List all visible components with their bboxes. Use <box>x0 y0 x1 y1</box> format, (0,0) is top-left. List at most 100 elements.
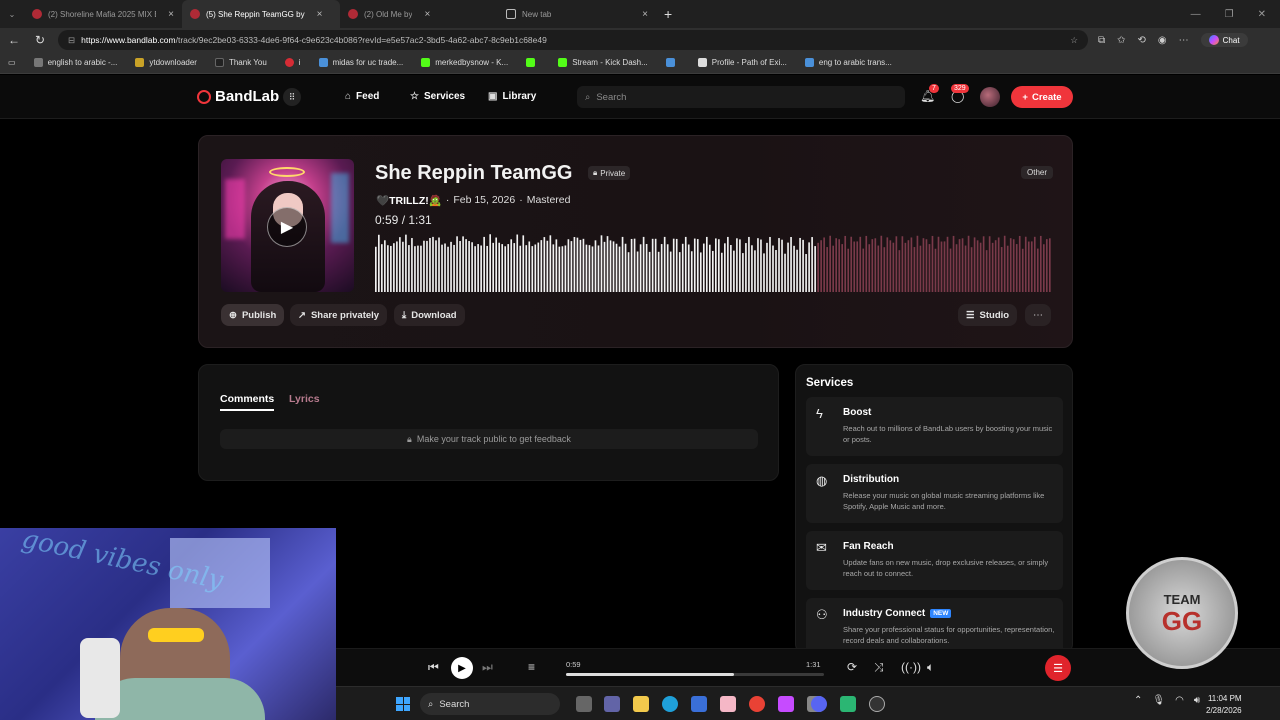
taskview-icon[interactable] <box>576 696 592 712</box>
close-tab-icon[interactable]: × <box>424 9 430 20</box>
next-track-icon[interactable]: ⏭ <box>482 660 493 675</box>
star-icon[interactable]: ☆ <box>1070 35 1078 46</box>
waveform-bar <box>531 246 534 292</box>
tab-lyrics[interactable]: Lyrics <box>289 393 320 405</box>
restore-icon[interactable]: ❐ <box>1225 9 1234 20</box>
track-cover-art[interactable]: ▶ <box>221 159 354 292</box>
search-icon <box>33 58 43 67</box>
bookmark-item[interactable]: merkedbysnow - K... <box>421 58 508 67</box>
profile-icon[interactable]: ◉ <box>1158 35 1167 46</box>
tab-comments[interactable]: Comments <box>220 393 275 411</box>
waveform-bar <box>904 242 907 292</box>
edge-icon[interactable] <box>662 696 678 712</box>
repeat-icon[interactable]: ⟳ <box>847 660 857 674</box>
file-explorer-icon[interactable] <box>633 696 649 712</box>
bookmark-item[interactable]: english to arabic -... <box>33 58 117 67</box>
close-tab-icon[interactable]: × <box>642 9 648 20</box>
user-avatar[interactable] <box>980 87 1000 107</box>
waveform[interactable] <box>375 234 1052 292</box>
create-button[interactable]: + Create <box>1011 86 1073 108</box>
copilot-icon[interactable] <box>778 696 794 712</box>
bandlab-logo-icon <box>197 89 211 104</box>
service-boost[interactable]: ϟ Boost Reach out to millions of BandLab… <box>806 397 1063 456</box>
nav-feed[interactable]: ⌂ Feed <box>345 91 379 102</box>
share-privately-button[interactable]: ↗ Share privately <box>290 304 388 326</box>
playlist-icon[interactable]: ≡ <box>528 660 535 674</box>
service-description: Release your music on global music strea… <box>843 491 1045 511</box>
speaker-icon[interactable]: 🔊︎ <box>1194 695 1200 706</box>
chevron-up-icon[interactable]: ⌃ <box>1134 695 1142 706</box>
teams-icon[interactable] <box>604 696 620 712</box>
player-progress-bar[interactable] <box>566 673 824 676</box>
search-input[interactable]: ⌕ Search <box>577 86 905 108</box>
refresh-icon[interactable]: ↻ <box>32 33 48 47</box>
notes-icon[interactable] <box>840 696 856 712</box>
service-fan-reach[interactable]: ✉ Fan Reach Update fans on new music, dr… <box>806 531 1063 590</box>
shuffle-icon[interactable]: ⤨ <box>874 660 884 675</box>
player-duration: 1:31 <box>806 660 821 669</box>
taskbar-clock[interactable]: 11:04 PM 2/28/2026 <box>1206 693 1242 717</box>
bookmarks-menu-icon[interactable]: ▭ <box>8 58 16 67</box>
play-overlay-button[interactable]: ▶ <box>267 207 307 247</box>
studio-button[interactable]: ☰ Studio <box>958 304 1018 326</box>
broadcast-icon[interactable]: ((·)) <box>901 660 921 674</box>
download-button[interactable]: ⤓ Download <box>394 304 465 326</box>
browser-tab-2[interactable]: (5) She Reppin TeamGG by × <box>182 0 340 28</box>
artist-link[interactable]: 🖤TRILLZ!🧟 <box>376 194 442 207</box>
url-field[interactable]: ⊟ https://www.bandlab.com/track/9ec2be03… <box>58 30 1088 50</box>
close-window-icon[interactable]: ✕ <box>1258 9 1266 20</box>
copilot-chat-button[interactable]: Chat <box>1200 33 1248 47</box>
close-tab-icon[interactable]: × <box>317 9 323 20</box>
bookmark-item[interactable]: Profile - Path of Exi... <box>697 58 787 67</box>
service-distribution[interactable]: ◍ Distribution Release your music on glo… <box>806 464 1063 523</box>
previous-track-icon[interactable]: ⏮ <box>428 660 439 675</box>
more-menu-icon[interactable]: ⋯ <box>1179 35 1189 46</box>
more-options-button[interactable]: ⋯ <box>1025 304 1051 326</box>
chat-label: Chat <box>1222 35 1240 45</box>
waveform-bar <box>624 243 627 292</box>
browser-tab-1[interactable]: (2) Shoreline Mafia 2025 MIX Best × <box>24 0 182 28</box>
extensions-icon[interactable]: ⧉ <box>1098 35 1105 46</box>
browser-tab-3[interactable]: (2) Old Me by × <box>340 0 498 28</box>
volume-icon[interactable]: 🔈︎ <box>927 660 934 675</box>
bookmark-item[interactable] <box>526 58 540 67</box>
new-tab-button[interactable]: + <box>656 0 680 28</box>
wifi-icon[interactable]: ◠ <box>1175 695 1184 706</box>
bookmark-item[interactable]: Stream - Kick Dash... <box>558 58 648 67</box>
nav-services[interactable]: ☆ Services <box>410 91 465 102</box>
favorites-icon[interactable]: ✩ <box>1117 35 1125 46</box>
apps-grid-button[interactable]: ⠿ <box>283 88 301 106</box>
bookmark-item[interactable]: Thank You <box>214 58 267 67</box>
ellipsis-icon: ⋯ <box>1033 309 1043 321</box>
bandlab-logo[interactable]: BandLab <box>197 88 279 105</box>
bookmark-item[interactable]: midas for uc trade... <box>318 58 403 67</box>
site-info-icon[interactable]: ⊟ <box>68 35 75 46</box>
bookmark-item[interactable]: i <box>284 58 301 67</box>
queue-button[interactable]: ☰ <box>1045 655 1071 681</box>
taskbar-search[interactable]: ⌕ Search <box>420 693 560 715</box>
windows-start-icon[interactable] <box>396 697 410 711</box>
discord-icon[interactable] <box>811 696 827 712</box>
history-icon[interactable]: ⟲ <box>1138 35 1146 46</box>
tab-list-menu[interactable]: ⌄ <box>0 0 24 28</box>
play-button[interactable]: ▶ <box>451 657 473 679</box>
browser-tab-4[interactable]: New tab × <box>498 0 656 28</box>
store-icon[interactable] <box>691 696 707 712</box>
publish-button[interactable]: ⊕ Publish <box>221 304 285 326</box>
chrome-icon[interactable] <box>749 696 765 712</box>
back-arrow-icon[interactable]: ← <box>6 33 22 47</box>
browser-toolbar-icons: ⧉ ✩ ⟲ ◉ ⋯ Chat <box>1098 33 1248 47</box>
service-description: Update fans on new music, drop exclusive… <box>843 558 1049 578</box>
minimize-icon[interactable]: — <box>1191 9 1201 20</box>
mic-icon[interactable]: 🎙︎ <box>1152 695 1165 706</box>
bookmark-item[interactable]: eng to arabic trans... <box>804 58 892 67</box>
service-industry-connect[interactable]: ⚇ Industry Connect NEW Share your profess… <box>806 598 1063 653</box>
nav-library[interactable]: ▣ Library <box>488 91 536 102</box>
waveform-bar <box>889 240 892 292</box>
bookmark-item[interactable]: ytdownloader <box>135 58 197 67</box>
obs-icon[interactable] <box>869 696 885 712</box>
streamer-shirt <box>95 678 265 720</box>
close-tab-icon[interactable]: × <box>168 9 174 20</box>
app-icon[interactable] <box>720 696 736 712</box>
bookmark-item[interactable] <box>665 58 680 67</box>
